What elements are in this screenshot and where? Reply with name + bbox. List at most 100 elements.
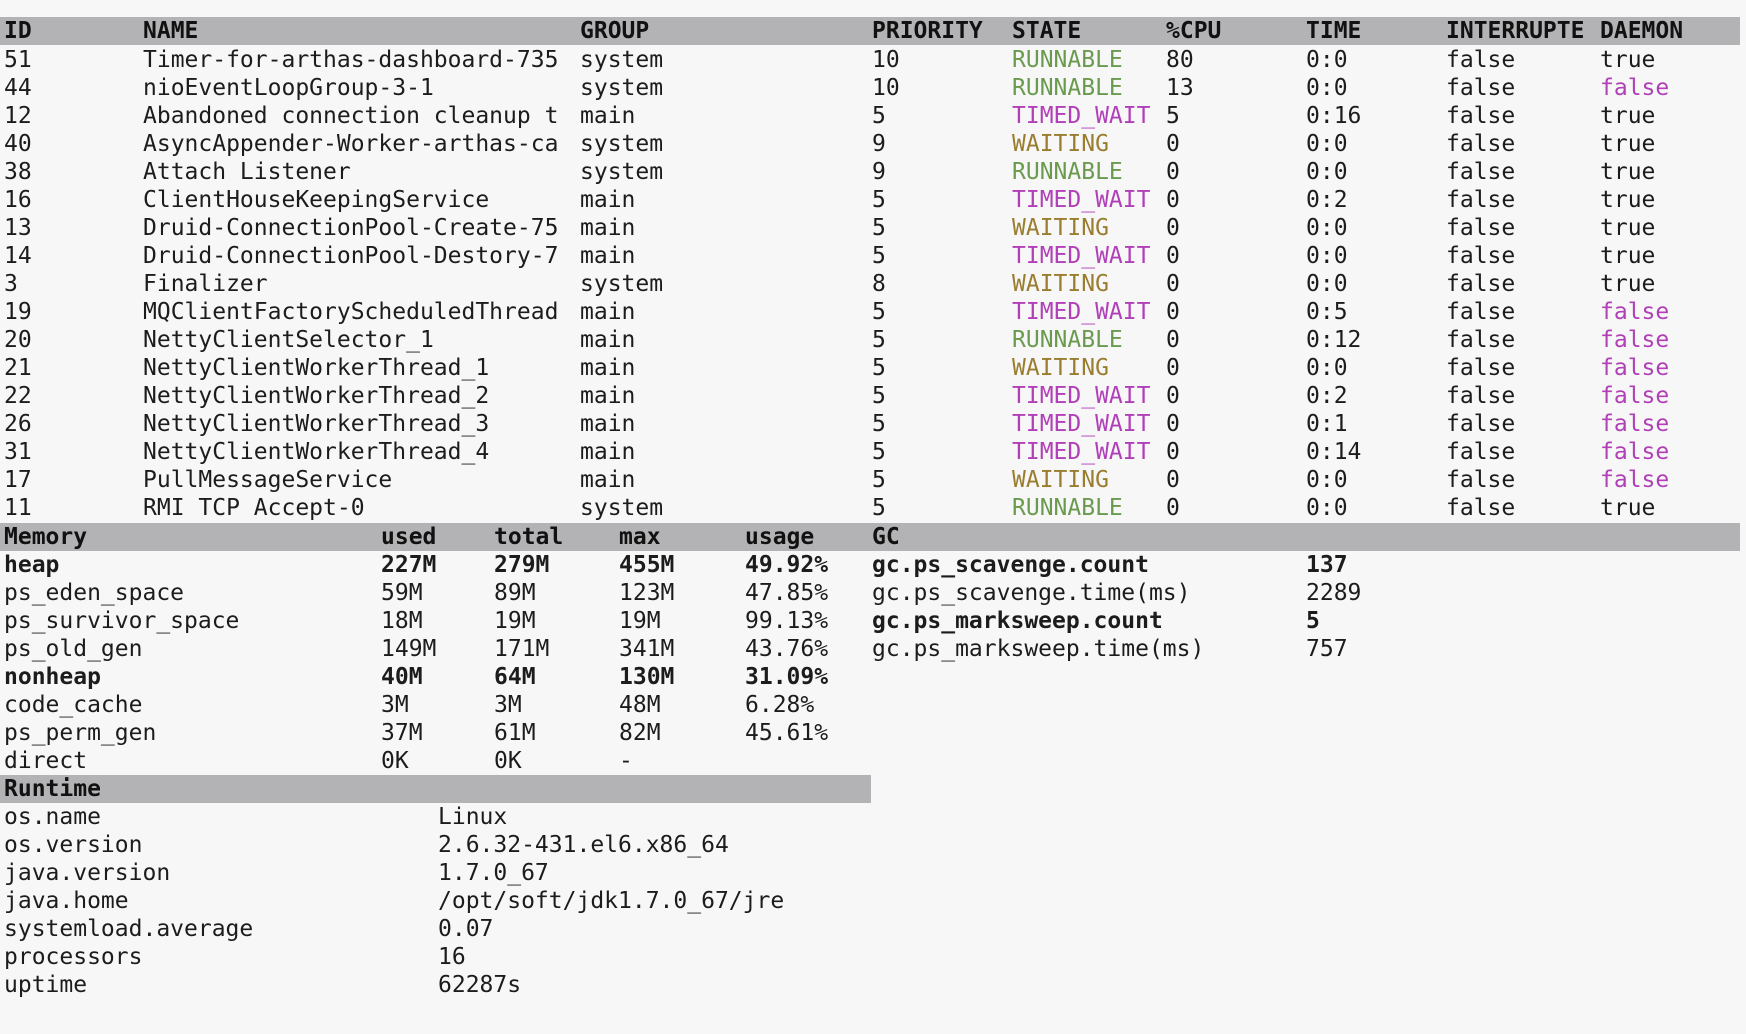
thread-group: system [580, 159, 664, 185]
thread-interrupted: false [1446, 299, 1516, 325]
runtime-value: 1.7.0_67 [438, 860, 549, 886]
memory-area: direct [4, 748, 88, 774]
thread-priority: 5 [872, 383, 886, 409]
thread-state: TIMED_WAIT [1012, 439, 1151, 465]
thread-cpu: 0 [1166, 495, 1180, 521]
runtime-key: os.name [4, 804, 101, 830]
thread-daemon: false [1600, 383, 1670, 409]
thread-row: 16 ClientHouseKeepingService main 5 TIMED_WA… [0, 186, 1740, 214]
thread-group: main [580, 439, 636, 465]
thread-interrupted: false [1446, 383, 1516, 409]
thread-daemon: true [1600, 131, 1656, 157]
memory-max: 48M [619, 692, 661, 718]
thread-daemon: false [1600, 327, 1670, 353]
thread-state: TIMED_WAIT [1012, 299, 1151, 325]
thread-time: 0:0 [1306, 75, 1348, 101]
thread-id: 11 [4, 495, 32, 521]
thread-time: 0:0 [1306, 159, 1348, 185]
thread-interrupted: false [1446, 159, 1516, 185]
thread-priority: 5 [872, 327, 886, 353]
thread-group: system [580, 495, 664, 521]
thread-time: 0:0 [1306, 131, 1348, 157]
thread-cpu: 0 [1166, 411, 1180, 437]
runtime-value: 16 [438, 944, 466, 970]
thread-state: RUNNABLE [1012, 495, 1123, 521]
thread-name: Finalizer [143, 271, 268, 297]
memory-usage: 45.61% [745, 720, 829, 746]
thread-row: 51 Timer-for-arthas-dashboard-735 system 10… [0, 46, 1740, 74]
runtime-key: java.home [4, 888, 129, 914]
thread-priority: 5 [872, 243, 886, 269]
thread-daemon: false [1600, 467, 1670, 493]
gc-row: gc.ps_scavenge.time(ms) 2289 [0, 579, 1740, 607]
thread-time: 0:16 [1306, 103, 1362, 129]
runtime-row: java.version 1.7.0_67 [0, 859, 860, 887]
thread-state: TIMED_WAIT [1012, 243, 1151, 269]
thread-row: 40 AsyncAppender-Worker-arthas-ca system 9 W… [0, 130, 1740, 158]
thread-name: PullMessageService [143, 467, 393, 493]
thread-priority: 5 [872, 355, 886, 381]
thread-time: 0:0 [1306, 215, 1348, 241]
memory-row: code_cache 3M 3M 48M 6.28% [0, 691, 860, 719]
thread-id: 44 [4, 75, 32, 101]
gc-value: 5 [1306, 608, 1320, 634]
thread-id: 40 [4, 131, 32, 157]
thread-interrupted: false [1446, 271, 1516, 297]
thread-state: TIMED_WAIT [1012, 187, 1151, 213]
thread-name: Attach Listener [143, 159, 351, 185]
thread-col-header-group: GROUP [580, 18, 650, 44]
thread-cpu: 0 [1166, 215, 1180, 241]
thread-name: NettyClientWorkerThread_4 [143, 439, 490, 465]
gc-value: 137 [1306, 552, 1348, 578]
thread-col-header-name: NAME [143, 18, 199, 44]
thread-interrupted: false [1446, 467, 1516, 493]
thread-priority: 5 [872, 467, 886, 493]
runtime-key: java.version [4, 860, 171, 886]
thread-row: 19 MQClientFactoryScheduledThread main 5 TIM… [0, 298, 1740, 326]
runtime-key: processors [4, 944, 143, 970]
runtime-value: 62287s [438, 972, 522, 998]
runtime-row: os.name Linux [0, 803, 860, 831]
thread-col-header-id: ID [4, 18, 32, 44]
thread-col-header-priority: PRIORITY [872, 18, 983, 44]
thread-group: main [580, 187, 636, 213]
thread-name: NettyClientWorkerThread_3 [143, 411, 490, 437]
memory-col-header-total: total [494, 524, 564, 550]
thread-state: WAITING [1012, 131, 1109, 157]
thread-interrupted: false [1446, 355, 1516, 381]
memory-max: 82M [619, 720, 661, 746]
thread-group: main [580, 299, 636, 325]
gc-row: gc.ps_marksweep.time(ms) 757 [0, 635, 1740, 663]
thread-id: 19 [4, 299, 32, 325]
memory-used: 3M [381, 692, 409, 718]
thread-cpu: 0 [1166, 187, 1180, 213]
runtime-table-header: Runtime [0, 775, 871, 803]
thread-state: WAITING [1012, 467, 1109, 493]
thread-id: 16 [4, 187, 32, 213]
thread-cpu: 0 [1166, 243, 1180, 269]
thread-priority: 5 [872, 439, 886, 465]
thread-name: Druid-ConnectionPool-Destory-7 [143, 243, 559, 269]
thread-cpu: 0 [1166, 467, 1180, 493]
gc-metric: gc.ps_scavenge.count [872, 552, 1149, 578]
thread-row: 12 Abandoned connection cleanup t main 5 TIM… [0, 102, 1740, 130]
runtime-value: Linux [438, 804, 508, 830]
thread-time: 0:0 [1306, 467, 1348, 493]
thread-daemon: false [1600, 75, 1670, 101]
thread-time: 0:0 [1306, 243, 1348, 269]
thread-name: NettyClientSelector_1 [143, 327, 434, 353]
thread-group: system [580, 131, 664, 157]
thread-cpu: 5 [1166, 103, 1180, 129]
runtime-key: systemload.average [4, 916, 254, 942]
thread-group: main [580, 103, 636, 129]
thread-cpu: 80 [1166, 47, 1194, 73]
thread-priority: 9 [872, 131, 886, 157]
thread-time: 0:0 [1306, 355, 1348, 381]
thread-interrupted: false [1446, 243, 1516, 269]
thread-state: RUNNABLE [1012, 47, 1123, 73]
thread-row: 14 Druid-ConnectionPool-Destory-7 main 5 TIM… [0, 242, 1740, 270]
thread-id: 3 [4, 271, 18, 297]
thread-state: RUNNABLE [1012, 327, 1123, 353]
thread-time: 0:0 [1306, 271, 1348, 297]
memory-area: code_cache [4, 692, 143, 718]
